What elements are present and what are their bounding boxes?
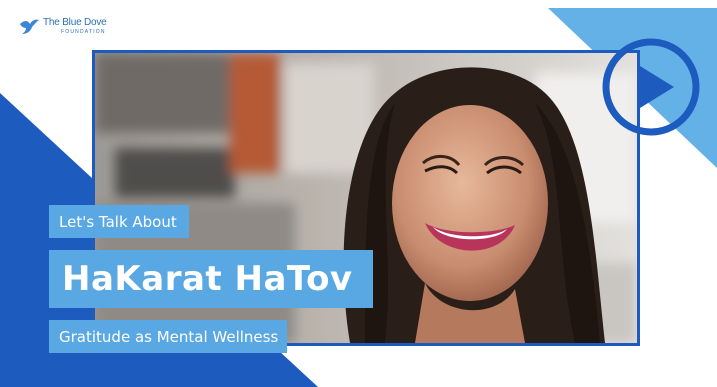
logo-name: The Blue Dove (43, 17, 107, 28)
video-title: HaKarat HaTov (49, 250, 373, 308)
logo-subtitle: FOUNDATION (61, 29, 106, 35)
play-icon[interactable] (599, 35, 703, 139)
video-subtitle: Gratitude as Mental Wellness (49, 320, 288, 353)
video-thumbnail[interactable]: The Blue Dove FOUNDATION Let's Talk Abou… (0, 0, 717, 387)
intro-label: Let's Talk About (49, 205, 189, 238)
dove-icon (20, 19, 39, 34)
brand-logo: The Blue Dove FOUNDATION (18, 18, 107, 38)
